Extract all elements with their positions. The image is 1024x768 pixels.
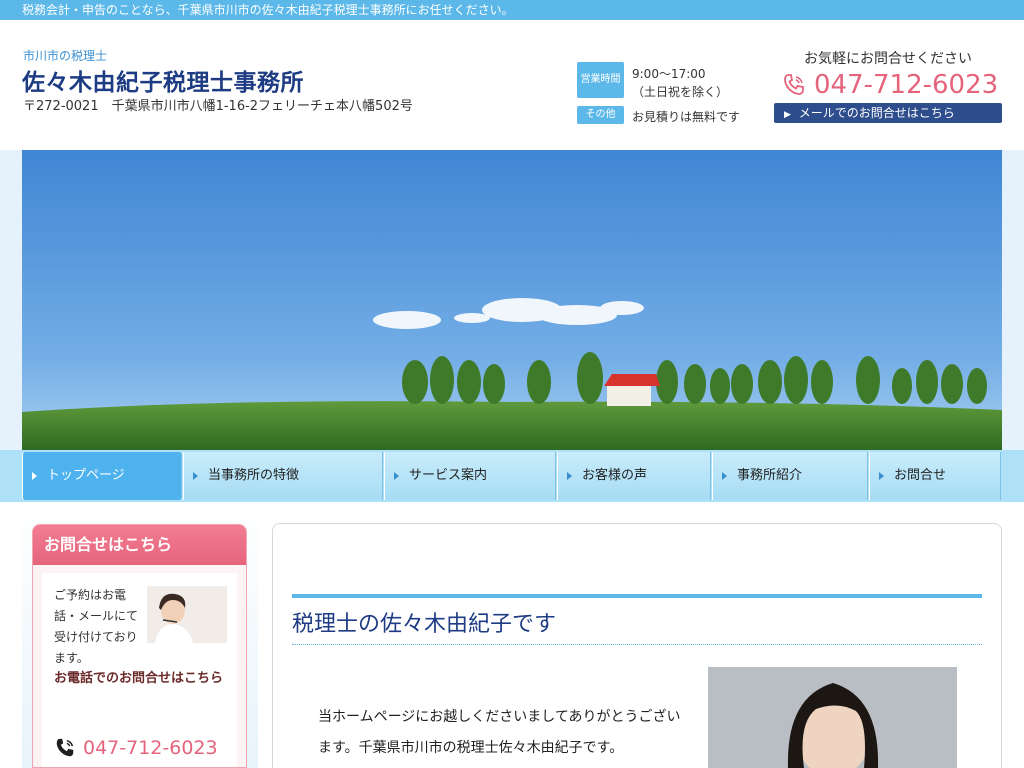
global-nav: トップページ 当事務所の特徴 サービス案内 お客様の声 事務所紹介 お問合せ [0, 450, 1024, 502]
site-header: 市川市の税理士 佐々木由紀子税理士事務所 〒272-0021 千葉県市川市八幡1… [0, 20, 1024, 150]
main-intro-text: 当ホームページにお越しくださいましてありがとうございます。千葉県市川市の税理士佐… [318, 709, 681, 756]
top-tagline: 税務会計・申告のことなら、千葉県市川市の佐々木由紀子税理士事務所にお任せください… [0, 0, 1024, 20]
nav-contact[interactable]: お問合せ [869, 452, 1001, 500]
mail-contact-label: メールでのお問合せはこちら [798, 106, 955, 120]
nav-top-page[interactable]: トップページ [22, 452, 182, 500]
mail-contact-button[interactable]: ▶ メールでのお問合せはこちら [774, 103, 1002, 123]
sidebar-inner: ご予約はお電話・メールにて受け付けております。 お電話でのお問合せはこちら 04… [42, 573, 237, 767]
site-subtitle: 市川市の税理士 [23, 49, 108, 63]
hours-note: （土日祝を除く） [632, 85, 729, 99]
hours-badge: 営業時間 [577, 62, 624, 98]
hero-image [0, 150, 1024, 450]
header-phone[interactable]: 047-712-6023 [782, 70, 998, 100]
sidebar-phone[interactable]: 047-712-6023 [54, 737, 218, 759]
sidebar-heading: お問合せはこちら [33, 525, 246, 565]
nav-office[interactable]: 事務所紹介 [712, 452, 868, 500]
landscape-image [22, 150, 1002, 450]
sidebar-tel-label: お電話でのお問合せはこちら [54, 671, 224, 686]
main-heading: 税理士の佐々木由紀子です [292, 612, 557, 637]
operator-photo [147, 586, 227, 643]
other-badge: その他 [577, 106, 624, 124]
tax-accountant-portrait [708, 667, 957, 768]
phone-icon [784, 74, 804, 95]
sidebar-contact-box: お問合せはこちら ご予約はお電話・メールにて受け付けております。 お電話でのお問… [32, 524, 247, 768]
nav-features[interactable]: 当事務所の特徴 [183, 452, 383, 500]
title-accent-bar [292, 594, 982, 598]
other-text: お見積りは無料です [632, 110, 741, 124]
arrow-right-icon: ▶ [784, 110, 791, 120]
sidebar-phone-number: 047-712-6023 [83, 737, 218, 759]
header-phone-number: 047-712-6023 [814, 70, 999, 100]
office-address: 〒272-0021 千葉県市川市八幡1-16-2フェリーチェ本八幡502号 [23, 99, 413, 114]
phone-icon [56, 738, 74, 757]
hours-time: 9:00〜17:00 [632, 67, 706, 81]
sidebar-text: ご予約はお電話・メールにて受け付けております。 [54, 588, 139, 665]
title-divider [292, 644, 982, 645]
contact-lead: お気軽にお問合せください [804, 51, 972, 67]
nav-services[interactable]: サービス案内 [384, 452, 556, 500]
nav-testimonials[interactable]: お客様の声 [557, 452, 711, 500]
site-title[interactable]: 佐々木由紀子税理士事務所 [22, 63, 304, 97]
